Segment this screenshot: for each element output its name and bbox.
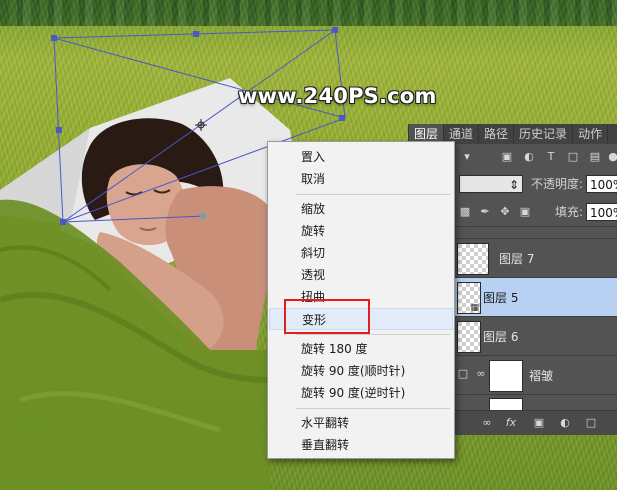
menu-item-place[interactable]: 置入 <box>269 146 453 168</box>
layer-thumbnail <box>457 243 489 275</box>
opacity-label: 不透明度: <box>531 177 584 191</box>
layer-name: 褶皱 <box>529 369 554 383</box>
filter-type-icon[interactable]: T <box>545 151 557 163</box>
fill-label: 填充: <box>555 205 584 219</box>
handle-bottom-center <box>200 213 206 219</box>
handle-bottom-left <box>60 219 66 225</box>
layer-thumbnail <box>457 321 481 353</box>
menu-item-skew[interactable]: 斜切 <box>269 242 453 264</box>
filter-smartobject-icon[interactable]: ▤ <box>589 151 601 163</box>
add-mask-icon[interactable]: ▣ <box>533 417 545 429</box>
handle-top-center <box>193 31 199 37</box>
watermark-text: www.240PS.com <box>238 84 437 108</box>
menu-item-rotate-90-ccw[interactable]: 旋转 90 度(逆时针) <box>269 382 453 404</box>
new-group-folder-icon[interactable]: □ <box>585 417 597 429</box>
smart-object-thumbnail: ▦ <box>457 282 481 314</box>
blend-mode-select[interactable]: ⇕ <box>459 175 523 193</box>
link-chain-icon: ∞ <box>476 367 486 380</box>
chevron-down-icon: ⇕ <box>508 178 519 192</box>
fill-input[interactable]: 100% <box>586 203 617 221</box>
handle-middle-right <box>339 115 345 121</box>
menu-item-flip-vertical[interactable]: 垂直翻转 <box>269 434 453 456</box>
layer-name: 图层 7 <box>499 252 535 266</box>
lock-transparent-icon[interactable]: ▩ <box>459 206 471 218</box>
tab-actions[interactable]: 动作 <box>573 124 609 144</box>
folder-icon: □ <box>457 367 469 380</box>
menu-item-scale[interactable]: 缩放 <box>269 198 453 220</box>
menu-separator <box>296 408 450 409</box>
mask-thumbnail <box>489 360 523 392</box>
menu-item-cancel[interactable]: 取消 <box>269 168 453 190</box>
menu-separator <box>296 194 450 195</box>
filter-toggle-icon[interactable]: ● <box>607 151 617 163</box>
tab-paths[interactable]: 路径 <box>479 124 515 144</box>
menu-item-rotate-90-cw[interactable]: 旋转 90 度(顺时针) <box>269 360 453 382</box>
menu-item-perspective[interactable]: 透视 <box>269 264 453 286</box>
annotation-highlight-box <box>284 299 370 334</box>
filter-dropdown-icon[interactable]: ▾ <box>461 151 473 163</box>
menu-item-flip-horizontal[interactable]: 水平翻转 <box>269 412 453 434</box>
lock-position-move-icon[interactable]: ✥ <box>499 206 511 218</box>
layer-name: 图层 6 <box>483 330 519 344</box>
filter-adjustment-icon[interactable]: ◐ <box>523 151 535 163</box>
handle-top-left <box>51 35 57 41</box>
adjustment-layer-icon[interactable]: ◐ <box>559 417 571 429</box>
handle-middle-left <box>56 127 62 133</box>
fx-icon[interactable]: fx <box>505 417 517 429</box>
tab-history[interactable]: 历史记录 <box>514 124 574 144</box>
filter-shape-icon[interactable]: □ <box>567 151 579 163</box>
filter-pixel-icon[interactable]: ▣ <box>501 151 513 163</box>
menu-separator <box>296 334 450 335</box>
smart-object-icon: ▦ <box>470 303 479 313</box>
link-layers-icon[interactable]: ∞ <box>481 417 493 429</box>
menu-item-rotate-180[interactable]: 旋转 180 度 <box>269 338 453 360</box>
lock-all-icon[interactable]: ▣ <box>519 206 531 218</box>
lock-paint-brush-icon[interactable]: ✒ <box>479 206 491 218</box>
handle-top-right <box>332 27 338 33</box>
layer-name: 图层 5 <box>483 291 519 305</box>
menu-item-rotate[interactable]: 旋转 <box>269 220 453 242</box>
opacity-input[interactable]: 100% <box>586 175 617 193</box>
